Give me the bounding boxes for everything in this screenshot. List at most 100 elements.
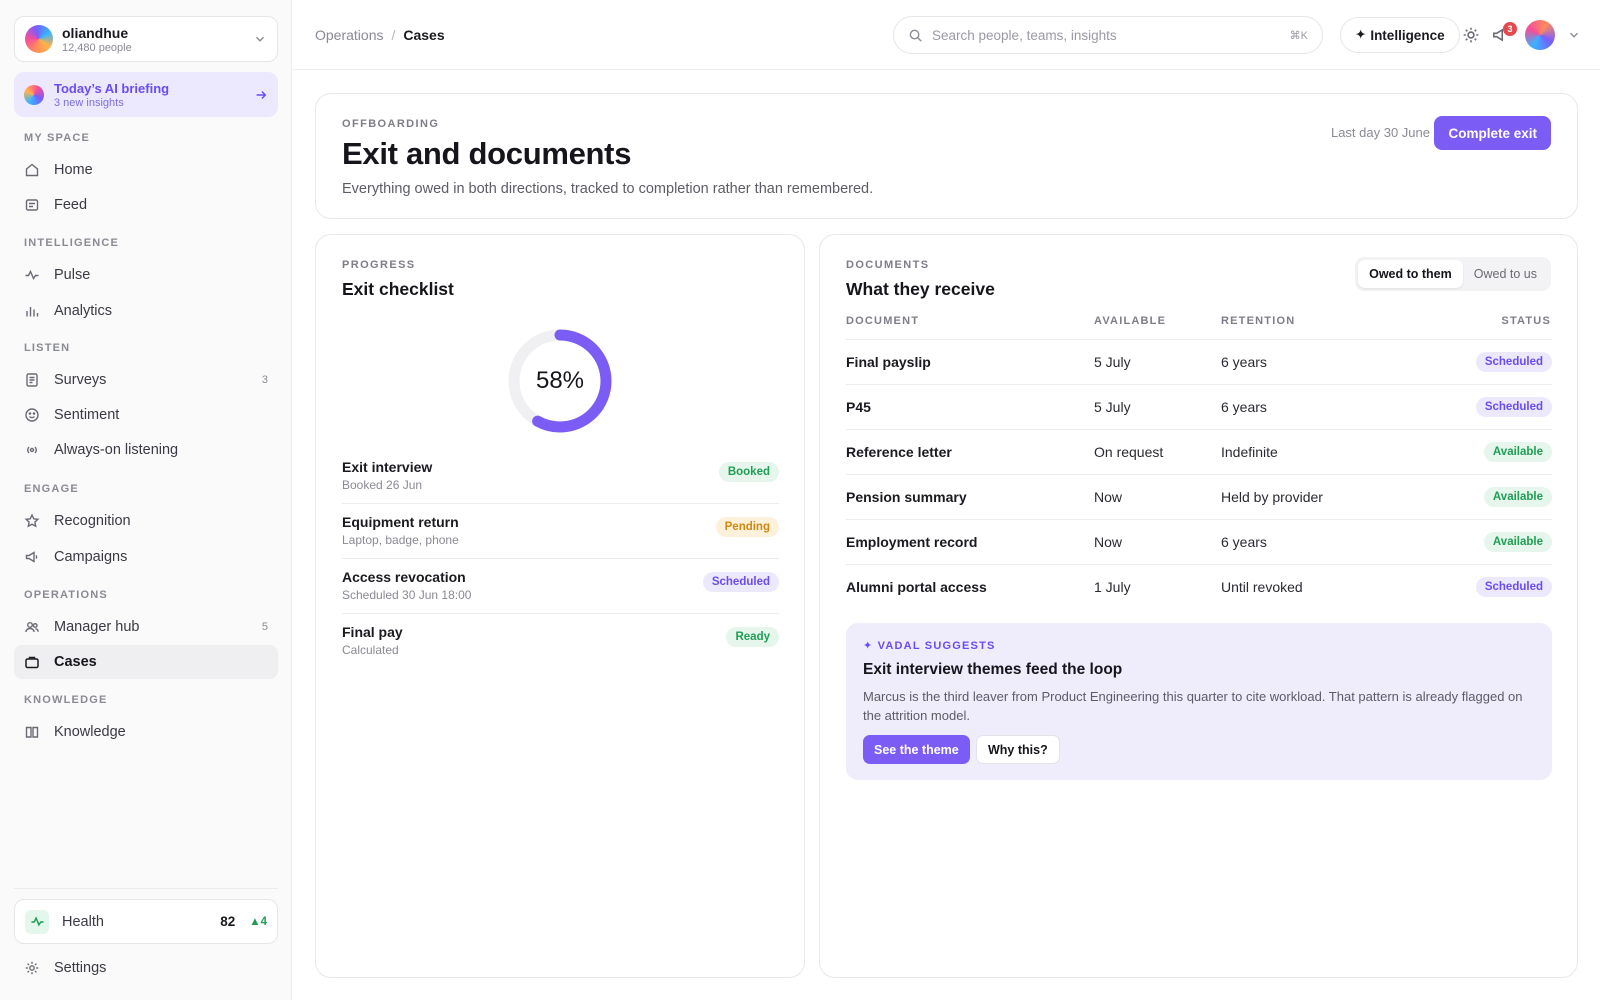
- search-input[interactable]: [932, 27, 1290, 43]
- document-retention: Until revoked: [1221, 579, 1303, 595]
- user-avatar[interactable]: [1525, 20, 1555, 50]
- page-header-card: OFFBOARDING Exit and documents Everythin…: [315, 93, 1578, 219]
- see-theme-button[interactable]: See the theme: [863, 735, 970, 764]
- search-icon: [909, 29, 922, 42]
- checklist-item-title: Final pay: [342, 624, 403, 640]
- arrow-right-icon: [256, 90, 267, 99]
- sidebar-item-campaigns[interactable]: Campaigns: [14, 540, 278, 574]
- search-bar[interactable]: ⌘K: [893, 16, 1323, 54]
- gear-icon: [25, 961, 39, 975]
- status-badge: Ready: [726, 627, 779, 647]
- tab-owed-to-us[interactable]: Owed to us: [1463, 260, 1548, 288]
- checklist-item[interactable]: Access revocation Scheduled 30 Jun 18:00…: [342, 559, 779, 614]
- org-name: oliandhue: [62, 24, 129, 41]
- smile-icon: [25, 408, 39, 422]
- org-switcher[interactable]: oliandhue 12,480 people: [14, 16, 278, 62]
- users-icon: [25, 622, 39, 633]
- sidebar-item-pulse[interactable]: Pulse: [14, 258, 278, 292]
- checklist-item[interactable]: Final pay Calculated Ready: [342, 614, 779, 669]
- chevron-down-icon[interactable]: [1567, 28, 1581, 42]
- ai-suggestion-card: ✦ VADAL SUGGESTS Exit interview themes f…: [846, 623, 1552, 780]
- documents-eyebrow: DOCUMENTS: [846, 259, 930, 271]
- sparkle-icon: ✦: [1355, 27, 1367, 42]
- status-badge: Booked: [718, 462, 779, 482]
- table-row[interactable]: Final payslip 5 July 6 years Scheduled: [846, 340, 1552, 385]
- table-row[interactable]: Alumni portal access 1 July Until revoke…: [846, 565, 1552, 610]
- sidebar-item-label: Cases: [54, 654, 97, 670]
- table-row[interactable]: Pension summary Now Held by provider Ava…: [846, 475, 1552, 520]
- why-this-button[interactable]: Why this?: [976, 735, 1060, 764]
- sidebar-item-always-on-listening[interactable]: Always-on listening: [14, 433, 278, 467]
- document-retention: 6 years: [1221, 354, 1267, 370]
- column-header-status: STATUS: [1501, 315, 1551, 327]
- surveys-count-badge: 3: [261, 374, 268, 386]
- sidebar-item-analytics[interactable]: Analytics: [14, 294, 278, 328]
- sidebar-item-home[interactable]: Home: [14, 153, 278, 187]
- checklist-eyebrow: PROGRESS: [342, 259, 416, 271]
- document-name: Pension summary: [846, 489, 967, 505]
- sidebar-item-label: Campaigns: [54, 549, 128, 565]
- complete-exit-button[interactable]: Complete exit: [1434, 116, 1551, 150]
- sidebar-item-manager-hub[interactable]: Manager hub 5: [14, 610, 278, 644]
- column-header-retention: RETENTION: [1221, 315, 1296, 327]
- document-retention: Indefinite: [1221, 444, 1278, 460]
- document-name: Alumni portal access: [846, 579, 987, 595]
- suggestion-eyebrow: ✦ VADAL SUGGESTS: [863, 640, 996, 652]
- page-eyebrow: OFFBOARDING: [342, 118, 440, 130]
- broadcast-icon: [27, 446, 37, 454]
- briefing-subtitle: 3 new insights: [54, 96, 124, 109]
- documents-title: What they receive: [846, 279, 995, 299]
- checklist-item[interactable]: Equipment return Laptop, badge, phone Pe…: [342, 504, 779, 559]
- document-available: Now: [1094, 489, 1123, 505]
- direction-toggle: Owed to them Owed to us: [1355, 257, 1551, 291]
- document-name: P45: [846, 399, 871, 415]
- sidebar-item-label: Surveys: [54, 372, 107, 388]
- document-retention: Held by provider: [1221, 489, 1323, 505]
- breadcrumb-separator: /: [391, 27, 396, 43]
- document-available: 1 July: [1094, 579, 1131, 595]
- table-row[interactable]: Reference letter On request Indefinite A…: [846, 430, 1552, 475]
- home-icon: [25, 163, 39, 177]
- sidebar-divider: [14, 888, 278, 889]
- tab-owed-to-them[interactable]: Owed to them: [1358, 260, 1463, 288]
- sidebar-item-knowledge[interactable]: Knowledge: [14, 715, 278, 749]
- ai-orb-icon: [24, 84, 44, 105]
- document-available: 5 July: [1094, 399, 1131, 415]
- column-header-available: AVAILABLE: [1094, 315, 1167, 327]
- nav-section-knowledge: KNOWLEDGE: [24, 694, 108, 706]
- sidebar-item-label: Knowledge: [54, 724, 126, 740]
- sidebar-item-settings[interactable]: Settings: [14, 951, 278, 985]
- sidebar: oliandhue 12,480 people Today’s AI brief…: [0, 0, 292, 1000]
- sidebar-item-label: Feed: [54, 197, 88, 213]
- health-widget[interactable]: Health 82 ▲4: [14, 899, 278, 944]
- checklist-title: Exit checklist: [342, 279, 454, 299]
- document-name: Employment record: [846, 534, 978, 550]
- document-available: 5 July: [1094, 354, 1131, 370]
- table-row[interactable]: Employment record Now 6 years Available: [846, 520, 1552, 565]
- org-avatar: [25, 25, 53, 53]
- sidebar-item-label: Sentiment: [54, 407, 120, 423]
- sidebar-item-cases[interactable]: Cases: [14, 645, 278, 679]
- documents-card: DOCUMENTS What they receive Owed to them…: [819, 234, 1578, 978]
- document-name: Final payslip: [846, 354, 931, 370]
- checklist-item-detail: Laptop, badge, phone: [342, 533, 459, 547]
- sidebar-item-label: Pulse: [54, 267, 91, 283]
- sidebar-item-sentiment[interactable]: Sentiment: [14, 398, 278, 432]
- sidebar-item-surveys[interactable]: Surveys 3: [14, 363, 278, 397]
- table-row[interactable]: P45 5 July 6 years Scheduled: [846, 385, 1552, 430]
- document-retention: 6 years: [1221, 399, 1267, 415]
- star-icon: [24, 513, 40, 528]
- breadcrumb-operations[interactable]: Operations: [315, 27, 383, 43]
- sidebar-item-label: Analytics: [54, 303, 113, 319]
- checklist-item-title: Exit interview: [342, 459, 433, 475]
- sun-icon[interactable]: [1462, 26, 1480, 44]
- sidebar-item-feed[interactable]: Feed: [14, 188, 278, 222]
- sidebar-item-recognition[interactable]: Recognition: [14, 504, 278, 538]
- sidebar-item-label: Recognition: [54, 513, 131, 529]
- intelligence-button[interactable]: ✦ Intelligence: [1340, 17, 1460, 53]
- intelligence-label: Intelligence: [1370, 27, 1445, 43]
- ai-briefing-card[interactable]: Today’s AI briefing 3 new insights: [14, 72, 278, 117]
- checklist-item[interactable]: Exit interview Booked 26 Jun Booked: [342, 449, 779, 504]
- exit-checklist-card: PROGRESS Exit checklist 58% Exit intervi…: [315, 234, 805, 978]
- checklist-item-title: Equipment return: [342, 514, 459, 530]
